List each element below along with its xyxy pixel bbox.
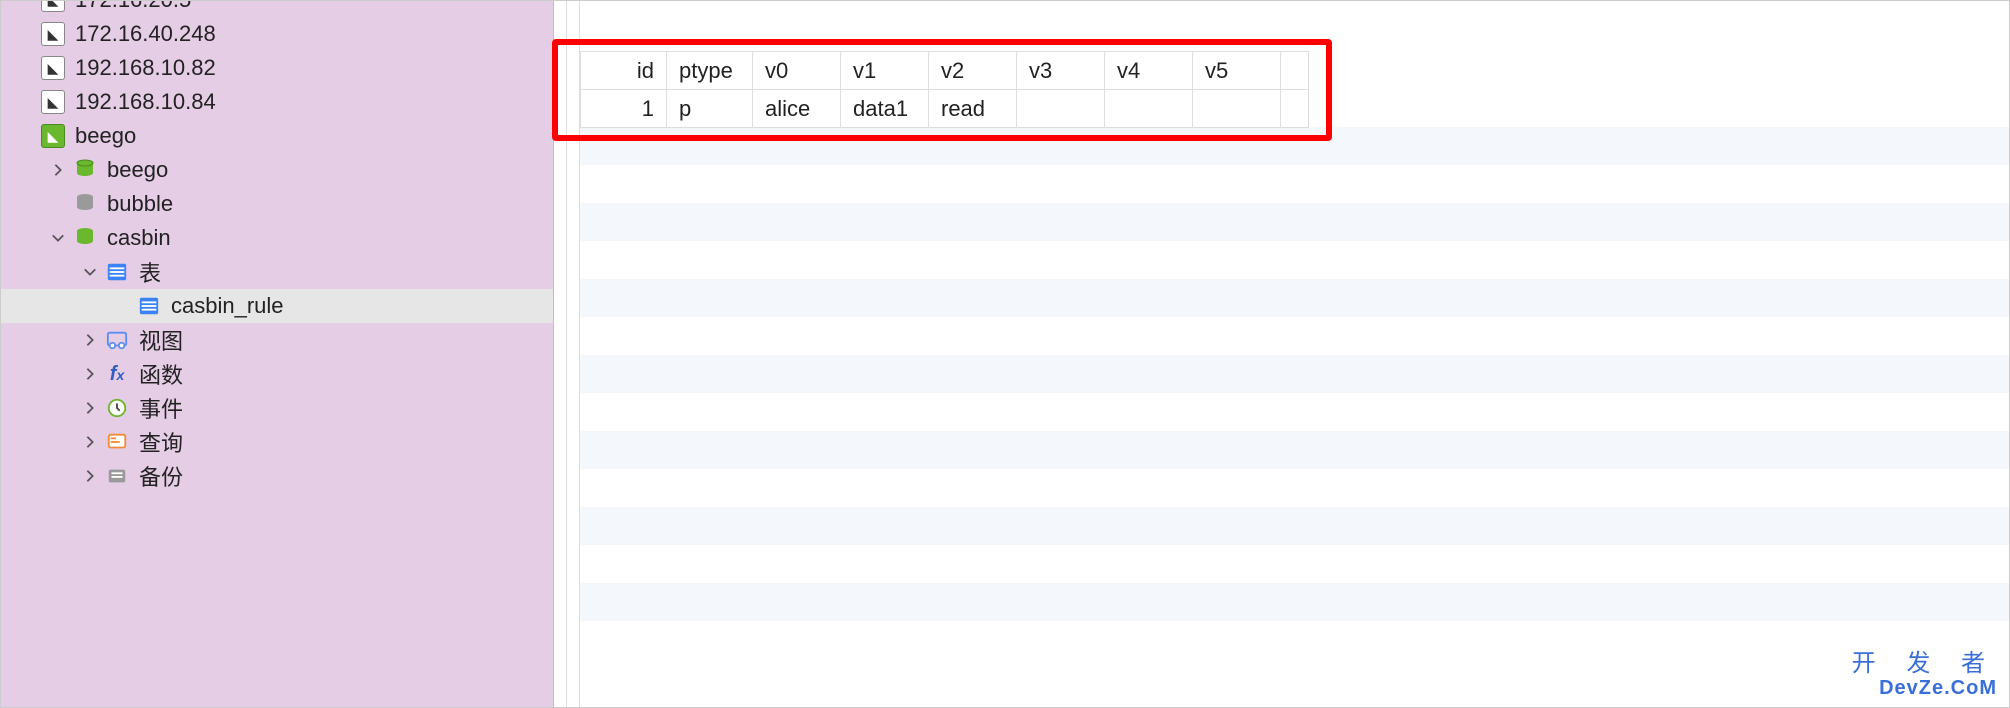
table-item-selected[interactable]: casbin_rule bbox=[1, 289, 553, 323]
database-label: beego bbox=[107, 157, 553, 183]
watermark-cn: 开 发 者 bbox=[1852, 651, 1997, 677]
cell-v5[interactable] bbox=[1193, 90, 1281, 128]
connection-item[interactable]: ◣ 192.168.10.82 bbox=[1, 51, 553, 85]
database-label: casbin bbox=[107, 225, 553, 251]
col-v0[interactable]: v0 bbox=[753, 52, 841, 90]
cell-id[interactable]: 1 bbox=[581, 90, 667, 128]
views-group[interactable]: 视图 bbox=[1, 323, 553, 357]
table-label: casbin_rule bbox=[171, 293, 553, 319]
connection-item[interactable]: ◣ 172.16.40.248 bbox=[1, 17, 553, 51]
cell-v1[interactable]: data1 bbox=[841, 90, 929, 128]
watermark: 开 发 者 DevZe.CoM bbox=[1852, 651, 1997, 699]
connection-icon: ◣ bbox=[39, 122, 67, 150]
tables-group-label: 表 bbox=[139, 256, 553, 288]
query-icon bbox=[103, 428, 131, 456]
chevron-down-icon bbox=[45, 231, 71, 245]
database-icon bbox=[71, 190, 99, 218]
chevron-right-icon bbox=[77, 333, 103, 347]
table-header-row: id ptype v0 v1 v2 v3 v4 v5 bbox=[581, 52, 1309, 90]
connection-icon: ◣ bbox=[39, 0, 67, 14]
database-label: bubble bbox=[107, 191, 553, 217]
views-label: 视图 bbox=[139, 324, 553, 356]
connection-item[interactable]: ◣ 172.16.20.5 bbox=[1, 0, 553, 17]
app-window: ◣ 172.16.20.5 ◣ 172.16.40.248 ◣ 192.168.… bbox=[0, 0, 2010, 708]
sidebar: ◣ 172.16.20.5 ◣ 172.16.40.248 ◣ 192.168.… bbox=[1, 1, 554, 707]
cell-ptype[interactable]: p bbox=[667, 90, 753, 128]
col-id[interactable]: id bbox=[581, 52, 667, 90]
connection-icon: ◣ bbox=[39, 54, 67, 82]
events-label: 事件 bbox=[139, 392, 553, 424]
fx-icon: fx bbox=[103, 360, 131, 388]
col-v1[interactable]: v1 bbox=[841, 52, 929, 90]
backup-icon bbox=[103, 462, 131, 490]
cell-extra bbox=[1281, 90, 1309, 128]
connection-label: 192.168.10.84 bbox=[75, 89, 553, 115]
database-icon bbox=[71, 224, 99, 252]
tables-group[interactable]: 表 bbox=[1, 255, 553, 289]
events-group[interactable]: 事件 bbox=[1, 391, 553, 425]
data-table[interactable]: id ptype v0 v1 v2 v3 v4 v5 1 p alice dat… bbox=[580, 51, 1309, 128]
col-extra bbox=[1281, 52, 1309, 90]
backups-group[interactable]: 备份 bbox=[1, 459, 553, 493]
col-v4[interactable]: v4 bbox=[1105, 52, 1193, 90]
cell-v2[interactable]: read bbox=[929, 90, 1017, 128]
functions-group[interactable]: fx 函数 bbox=[1, 357, 553, 391]
col-v2[interactable]: v2 bbox=[929, 52, 1017, 90]
queries-group[interactable]: 查询 bbox=[1, 425, 553, 459]
col-ptype[interactable]: ptype bbox=[667, 52, 753, 90]
functions-label: 函数 bbox=[139, 358, 553, 390]
chevron-right-icon bbox=[77, 401, 103, 415]
database-item[interactable]: bubble bbox=[1, 187, 553, 221]
connection-icon: ◣ bbox=[39, 20, 67, 48]
chevron-down-icon bbox=[77, 265, 103, 279]
database-icon bbox=[71, 156, 99, 184]
watermark-en: DevZe.CoM bbox=[1852, 677, 1997, 699]
chevron-right-icon bbox=[77, 367, 103, 381]
connection-item-active[interactable]: ◣ beego bbox=[1, 119, 553, 153]
chevron-right-icon bbox=[77, 435, 103, 449]
database-item[interactable]: beego bbox=[1, 153, 553, 187]
connection-label: 192.168.10.82 bbox=[75, 55, 553, 81]
backups-label: 备份 bbox=[139, 460, 553, 492]
cell-v3[interactable] bbox=[1017, 90, 1105, 128]
col-v3[interactable]: v3 bbox=[1017, 52, 1105, 90]
cell-v4[interactable] bbox=[1105, 90, 1193, 128]
chevron-right-icon bbox=[77, 469, 103, 483]
chevron-right-icon bbox=[45, 163, 71, 177]
table-icon bbox=[135, 292, 163, 320]
vertical-divider[interactable] bbox=[554, 1, 580, 707]
table-row[interactable]: 1 p alice data1 read bbox=[581, 90, 1309, 128]
database-item-expanded[interactable]: casbin bbox=[1, 221, 553, 255]
main-content: id ptype v0 v1 v2 v3 v4 v5 1 p alice dat… bbox=[580, 1, 2009, 707]
connection-label: 172.16.20.5 bbox=[75, 0, 553, 13]
connection-label: beego bbox=[75, 123, 553, 149]
connection-item[interactable]: ◣ 192.168.10.84 bbox=[1, 85, 553, 119]
connection-icon: ◣ bbox=[39, 88, 67, 116]
queries-label: 查询 bbox=[139, 426, 553, 458]
table-group-icon bbox=[103, 258, 131, 286]
connection-label: 172.16.40.248 bbox=[75, 21, 553, 47]
col-v5[interactable]: v5 bbox=[1193, 52, 1281, 90]
view-icon bbox=[103, 326, 131, 354]
clock-icon bbox=[103, 394, 131, 422]
cell-v0[interactable]: alice bbox=[753, 90, 841, 128]
